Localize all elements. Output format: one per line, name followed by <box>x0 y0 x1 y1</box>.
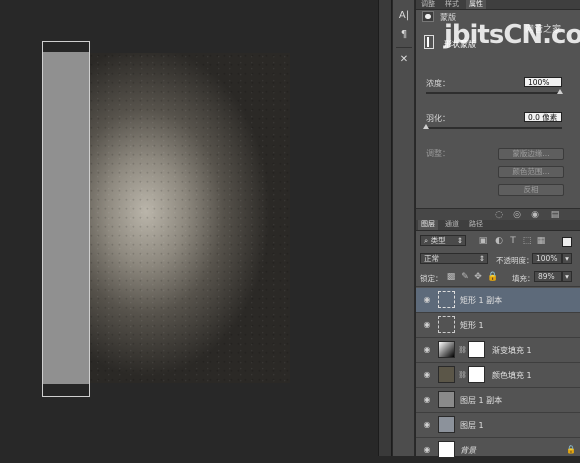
shape-thumbnail <box>438 316 455 333</box>
tab-adjustments[interactable]: 调整 <box>418 0 438 9</box>
layers-tab-row: 图层 通道 路径 <box>416 220 580 231</box>
tab-properties[interactable]: 属性 <box>466 0 486 9</box>
layer-name: 背景 <box>460 446 476 455</box>
panel-tool-strip: A| ¶ ✕ <box>393 0 415 456</box>
layers-divider <box>416 286 580 287</box>
paragraph-icon[interactable]: ¶ <box>396 27 412 43</box>
layer-thumbnail <box>438 391 455 408</box>
fill-dropdown-button[interactable]: ▾ <box>562 271 572 282</box>
layer-row[interactable]: ◉ ⛓ 颜色填充 1 <box>416 363 580 388</box>
invert-button[interactable]: 反相 <box>498 184 564 196</box>
gradient-thumbnail <box>438 341 455 358</box>
load-selection-icon[interactable]: ◌ <box>494 210 504 220</box>
layer-row[interactable]: ◉ 图层 1 副本 <box>416 388 580 413</box>
pixel-filter-icon[interactable]: ▣ <box>478 236 488 246</box>
search-icon: ⌕ <box>424 236 429 245</box>
vector-mask-icon[interactable] <box>424 35 434 49</box>
layer-thumbnail <box>438 441 455 458</box>
adjustment-filter-icon[interactable]: ◐ <box>494 236 504 246</box>
lock-position-icon[interactable]: ✥ <box>473 272 483 282</box>
filter-kind-value: 类型 <box>430 236 446 245</box>
link-icon[interactable]: ⛓ <box>458 371 467 379</box>
lock-label: 锁定： <box>420 274 443 283</box>
layer-name: 矩形 1 <box>460 321 484 330</box>
layer-row[interactable]: ◉ 矩形 1 副本 <box>416 288 580 313</box>
density-field[interactable]: 100% <box>524 77 562 87</box>
shape-filter-icon[interactable]: ⬚ <box>522 236 532 246</box>
layer-row[interactable]: ◉ ⛓ 渐变填充 1 <box>416 338 580 363</box>
density-label: 浓度： <box>426 79 450 88</box>
visibility-eye-icon[interactable]: ◉ <box>422 445 432 455</box>
tab-layers[interactable]: 图层 <box>418 220 438 230</box>
lock-transparent-icon[interactable]: ▩ <box>446 272 456 282</box>
feather-field[interactable]: 0.0 像素 <box>524 112 562 122</box>
tool-separator <box>396 47 412 48</box>
settings-icon[interactable]: ✕ <box>396 52 412 68</box>
delete-mask-icon[interactable]: ▤ <box>550 210 560 220</box>
mask-icon <box>422 11 434 22</box>
color-fill-thumbnail <box>438 366 455 383</box>
layer-thumbnail <box>438 416 455 433</box>
type-filter-icon[interactable]: T <box>508 236 518 246</box>
layer-name: 颜色填充 1 <box>492 371 532 380</box>
link-icon[interactable]: ⛓ <box>458 346 467 354</box>
properties-tab-row: 调整 样式 属性 <box>416 0 580 10</box>
lock-pixels-icon[interactable]: ✎ <box>460 272 470 282</box>
visibility-eye-icon[interactable]: ◉ <box>530 210 540 220</box>
tab-channels[interactable]: 通道 <box>442 220 462 229</box>
rectangle-top-cap <box>43 42 89 52</box>
mask-thumbnail <box>468 366 485 383</box>
adjust-label: 调整： <box>426 149 450 158</box>
smart-object-filter-icon[interactable]: ▦ <box>536 236 546 246</box>
layers-panel: 图层 通道 路径 ⌕ 类型 ⇕ ▣ ◐ T ⬚ ▦ 正常 ⇕ 不透明度： 100%… <box>416 220 580 458</box>
lock-icon: 🔒 <box>566 445 576 454</box>
shape-thumbnail <box>438 291 455 308</box>
chevron-down-icon: ⇕ <box>478 254 485 263</box>
opacity-field[interactable]: 100% <box>532 253 562 264</box>
canvas-texture <box>90 53 290 383</box>
opacity-label: 不透明度： <box>496 256 534 265</box>
visibility-eye-icon[interactable]: ◉ <box>422 345 432 355</box>
visibility-eye-icon[interactable]: ◉ <box>422 295 432 305</box>
tab-styles[interactable]: 样式 <box>442 0 462 9</box>
density-slider-track[interactable] <box>426 92 562 94</box>
layer-row[interactable]: ◉ 矩形 1 <box>416 313 580 338</box>
filter-kind-dropdown[interactable]: ⌕ 类型 ⇕ <box>420 235 466 246</box>
blend-mode-dropdown[interactable]: 正常 ⇕ <box>420 253 488 264</box>
text-tool-icon[interactable]: A| <box>396 8 412 24</box>
visibility-eye-icon[interactable]: ◉ <box>422 320 432 330</box>
opacity-dropdown-button[interactable]: ▾ <box>562 253 572 264</box>
mask-thumbnail <box>468 341 485 358</box>
apply-mask-icon[interactable]: ◎ <box>512 210 522 220</box>
rectangle-bottom-cap <box>43 384 89 396</box>
visibility-eye-icon[interactable]: ◉ <box>422 420 432 430</box>
lock-icon[interactable]: 🔒 <box>487 272 498 282</box>
visibility-eye-icon[interactable]: ◉ <box>422 395 432 405</box>
layer-row[interactable]: ◉ 背景 🔒 <box>416 438 580 463</box>
feather-slider-thumb[interactable] <box>423 124 429 129</box>
feather-label: 羽化： <box>426 114 450 123</box>
tab-paths[interactable]: 路径 <box>466 220 486 229</box>
layer-name: 图层 1 副本 <box>460 396 503 405</box>
layer-name: 渐变填充 1 <box>492 346 532 355</box>
visibility-eye-icon[interactable]: ◉ <box>422 370 432 380</box>
site-watermark-subtitle: 网管之家 <box>525 25 562 35</box>
rectangle-shape-selection[interactable] <box>42 41 90 397</box>
layer-name: 图层 1 <box>460 421 484 430</box>
fill-field[interactable]: 89% <box>534 271 562 282</box>
filter-toggle[interactable] <box>562 237 572 247</box>
layer-name: 矩形 1 副本 <box>460 296 503 305</box>
feather-slider-track[interactable] <box>426 127 562 129</box>
mask-edge-button[interactable]: 蒙版边缘... <box>498 148 564 160</box>
fill-label: 填充： <box>512 274 535 283</box>
layer-row[interactable]: ◉ 图层 1 <box>416 413 580 438</box>
chevron-down-icon: ⇕ <box>456 236 463 245</box>
density-slider-thumb[interactable] <box>557 89 563 94</box>
blend-mode-value: 正常 <box>424 254 439 263</box>
panel-divider[interactable] <box>378 0 392 456</box>
color-range-button[interactable]: 颜色范围... <box>498 166 564 178</box>
